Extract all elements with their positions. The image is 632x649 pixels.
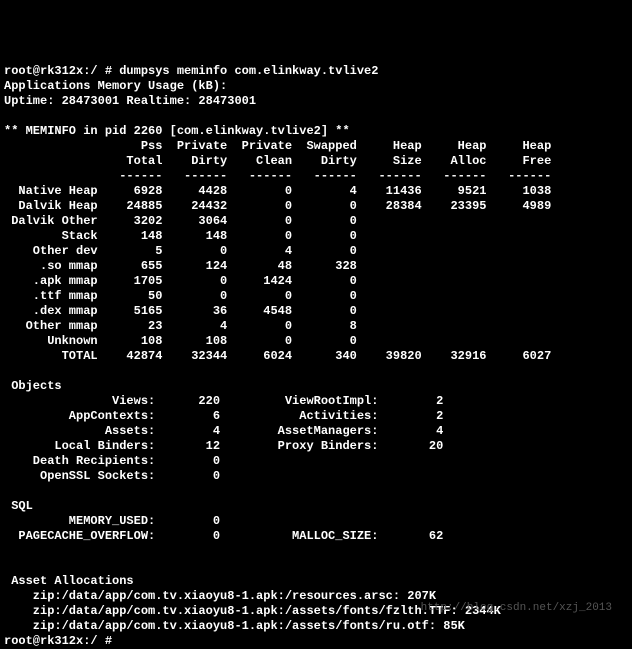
table-row: .so mmap 655 124 48 328 (4, 259, 357, 273)
table-row: Stack 148 148 0 0 (4, 229, 357, 243)
objects-line: AppContexts: 6 Activities: 2 (4, 409, 443, 423)
table-row: .ttf mmap 50 0 0 0 (4, 289, 357, 303)
watermark-text: http://blog.csdn.net/xzj_2013 (421, 601, 612, 616)
command: dumpsys meminfo com.elinkway.tvlive2 (119, 64, 378, 78)
objects-line: Assets: 4 AssetManagers: 4 (4, 424, 443, 438)
objects-title: Objects (4, 379, 62, 393)
table-row: Other mmap 23 4 0 8 (4, 319, 357, 333)
objects-line: Local Binders: 12 Proxy Binders: 20 (4, 439, 443, 453)
column-header-1: Pss Private Private Swapped Heap Heap He… (4, 139, 551, 153)
shell-prompt[interactable]: root@rk312x:/ # dumpsys meminfo com.elin… (4, 64, 378, 78)
meminfo-title: ** MEMINFO in pid 2260 [com.elinkway.tvl… (4, 124, 350, 138)
table-row-total: TOTAL 42874 32344 6024 340 39820 32916 6… (4, 349, 551, 363)
table-row: .dex mmap 5165 36 4548 0 (4, 304, 357, 318)
table-row: Unknown 108 108 0 0 (4, 334, 357, 348)
table-row: Dalvik Other 3202 3064 0 0 (4, 214, 357, 228)
column-header-2: Total Dirty Clean Dirty Size Alloc Free (4, 154, 551, 168)
asset-line: zip:/data/app/com.tv.xiaoyu8-1.apk:/asse… (4, 619, 465, 633)
uptime-line: Uptime: 28473001 Realtime: 28473001 (4, 94, 256, 108)
objects-line: OpenSSL Sockets: 0 (4, 469, 220, 483)
sql-line: PAGECACHE_OVERFLOW: 0 MALLOC_SIZE: 62 (4, 529, 443, 543)
asset-title: Asset Allocations (4, 574, 134, 588)
objects-line: Views: 220 ViewRootImpl: 2 (4, 394, 443, 408)
sql-line: MEMORY_USED: 0 (4, 514, 220, 528)
sql-title: SQL (4, 499, 33, 513)
table-row: .apk mmap 1705 0 1424 0 (4, 274, 357, 288)
table-row: Native Heap 6928 4428 0 4 11436 9521 103… (4, 184, 551, 198)
table-row: Other dev 5 0 4 0 (4, 244, 357, 258)
asset-line: zip:/data/app/com.tv.xiaoyu8-1.apk:/reso… (4, 589, 436, 603)
apps-header: Applications Memory Usage (kB): (4, 79, 227, 93)
shell-prompt-end[interactable]: root@rk312x:/ # (4, 634, 119, 648)
objects-line: Death Recipients: 0 (4, 454, 220, 468)
column-rule: ------ ------ ------ ------ ------ -----… (4, 169, 551, 183)
table-row: Dalvik Heap 24885 24432 0 0 28384 23395 … (4, 199, 551, 213)
